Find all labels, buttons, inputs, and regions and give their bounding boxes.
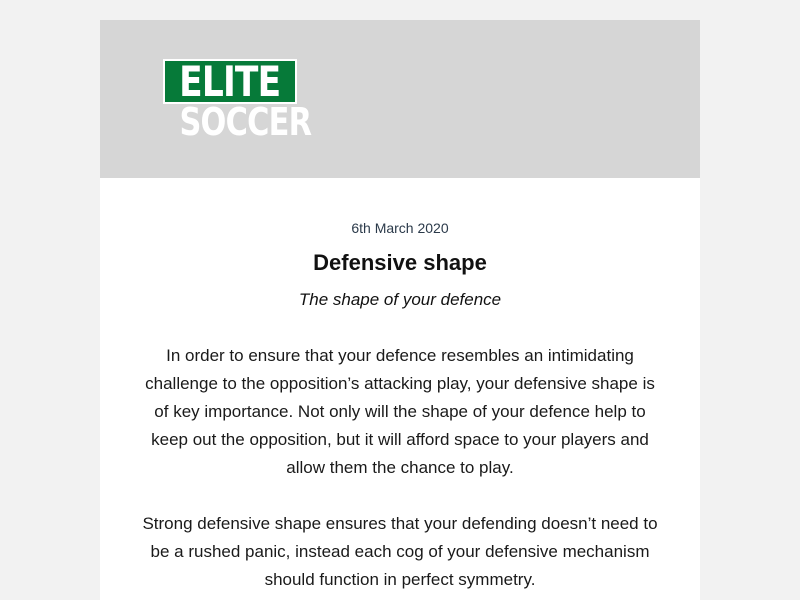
article-date: 6th March 2020 (351, 220, 449, 236)
logo-elite-block: ELITE (163, 59, 297, 104)
logo-elite-text: ELITE (179, 57, 281, 106)
article-subtitle: The shape of your defence (298, 290, 502, 309)
article-paragraph-1: In order to ensure that your defence res… (145, 346, 655, 477)
article-content: 6th March 2020 Defensive shape The shape… (100, 220, 700, 594)
article-paragraph-2: Strong defensive shape ensures that your… (142, 514, 658, 589)
logo-soccer-block: SOCCER (163, 102, 312, 142)
article-title: Defensive shape (313, 250, 487, 275)
email-container: ELITE SOCCER 6th March 2020 Defensive sh… (100, 20, 700, 600)
elite-soccer-logo[interactable]: ELITE SOCCER (163, 59, 312, 142)
email-header: ELITE SOCCER (100, 20, 700, 178)
logo-soccer-text: SOCCER (179, 100, 312, 144)
